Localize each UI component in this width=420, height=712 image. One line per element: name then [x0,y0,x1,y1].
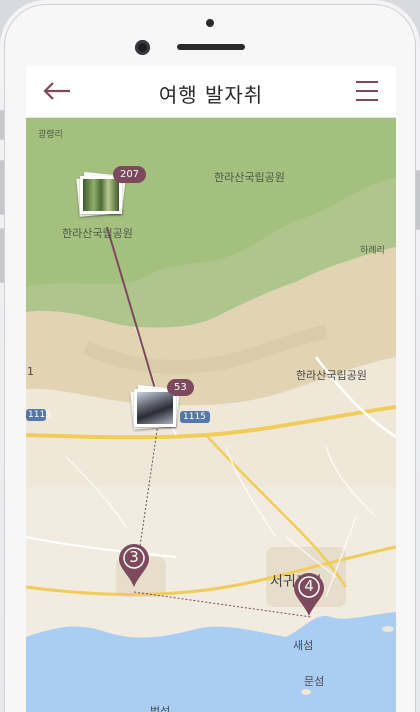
map-label-saeseom: 새섬 [293,639,314,652]
power-button [416,170,420,230]
front-camera [135,40,150,55]
road-number-left: 1115 [28,410,51,420]
photo-count-badge: 53 [167,379,194,396]
map-label-munseom: 문섬 [304,675,325,688]
app-screen: 여행 발자취 광령리 한라산국립공원 한라산국립공원 하례리 한라산국립공원 1… [26,66,396,712]
map-view[interactable]: 광령리 한라산국립공원 한라산국립공원 하례리 한라산국립공원 1 1115 1… [26,117,396,712]
volume-up-button [0,160,4,215]
map-label-park-south: 한라산국립공원 [296,369,367,382]
photo-count-badge: 207 [113,166,147,183]
earpiece-speaker [177,44,245,50]
page-title: 여행 발자취 [158,83,264,107]
location-pin-3[interactable]: 3 [117,542,151,588]
map-label-park-cluster: 한라산국립공원 [62,227,133,240]
map-label-gwangnyeong: 광령리 [38,130,63,140]
hamburger-menu-icon [356,81,378,101]
photo-thumbnail [80,176,122,214]
map-label-park: 한라산국립공원 [214,171,285,184]
phone-frame: 여행 발자취 광령리 한라산국립공원 한라산국립공원 하례리 한라산국립공원 1… [0,0,420,712]
location-pin-4[interactable]: 4 [292,571,326,617]
volume-down-button [0,228,4,283]
map-label-beomseom: 범섬 [150,705,171,712]
front-sensor [206,19,214,27]
map-label-edge: 1 [27,365,34,378]
menu-button[interactable] [354,79,380,103]
road-number-mid: 1115 [183,412,206,422]
nav-bar: 여행 발자취 [26,66,396,118]
pin-number: 3 [129,548,139,566]
pin-number: 4 [304,577,314,595]
mute-switch [0,110,4,140]
photo-thumbnail [134,389,176,427]
map-label-harye: 하례리 [360,246,385,256]
